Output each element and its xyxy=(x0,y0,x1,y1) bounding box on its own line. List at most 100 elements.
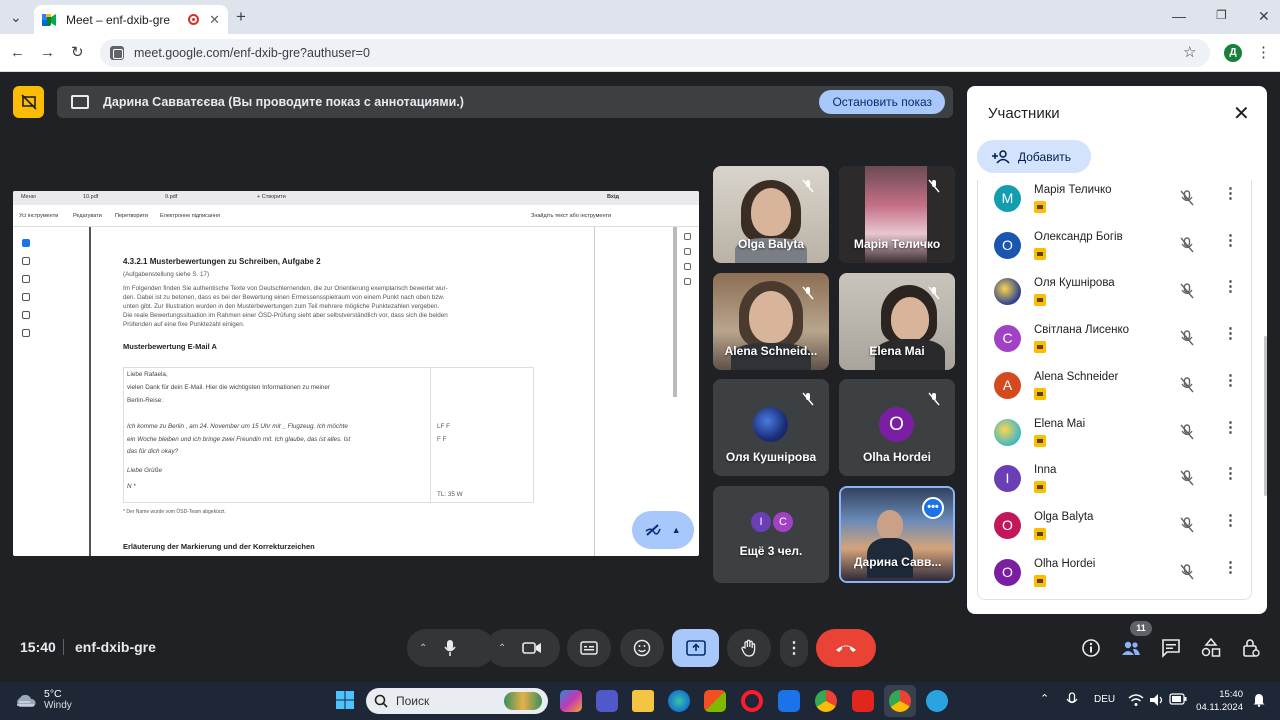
participant-more-icon[interactable]: ⋮ xyxy=(1223,373,1238,388)
participant-tile-elena-mai[interactable]: Elena Mai xyxy=(839,273,955,370)
participant-more-icon[interactable]: ⋮ xyxy=(1223,420,1238,435)
self-view-tile[interactable]: ••• Дарина Савв... xyxy=(839,486,955,583)
participant-row[interactable]: О Олександр Богів ⋮ xyxy=(978,229,1251,275)
address-bar[interactable]: meet.google.com/enf-dxib-gre?authuser=0 xyxy=(100,39,1210,67)
participant-more-icon[interactable]: ⋮ xyxy=(1223,186,1238,201)
participant-row[interactable]: O Olga Balyta ⋮ xyxy=(978,509,1251,555)
participant-more-icon[interactable]: ⋮ xyxy=(1223,279,1238,294)
participant-row[interactable]: M Марія Теличко ⋮ xyxy=(978,182,1251,228)
captions-button[interactable] xyxy=(567,629,611,667)
self-tile-more-icon[interactable]: ••• xyxy=(922,497,944,519)
close-window-icon[interactable]: ✕ xyxy=(1258,9,1270,23)
more-participants-tile[interactable]: I C Ещё 3 чел. xyxy=(713,486,829,583)
participant-row[interactable]: Elena Mai ⋮ xyxy=(978,416,1251,462)
pdf-intro-line: Die reale Bewertungssituation im Rahmen … xyxy=(123,312,448,319)
present-screen-button[interactable] xyxy=(672,629,719,667)
add-people-button[interactable]: Добавить xyxy=(977,140,1091,173)
meeting-time: 15:40 xyxy=(20,639,56,655)
participant-tile-olia-kushnirova[interactable]: Оля Кушнірова xyxy=(713,379,829,476)
participant-tile-alena-schneider[interactable]: Alena Schneid... xyxy=(713,273,829,370)
participant-more-icon[interactable]: ⋮ xyxy=(1223,466,1238,481)
participant-list-scrollbar[interactable] xyxy=(1264,336,1267,496)
teams-icon[interactable] xyxy=(596,690,618,712)
notification-bell-icon[interactable] xyxy=(1253,693,1265,707)
mail-icon[interactable] xyxy=(778,690,800,712)
battery-icon[interactable] xyxy=(1169,693,1187,705)
participant-more-icon[interactable]: ⋮ xyxy=(1223,326,1238,341)
participant-more-icon[interactable]: ⋮ xyxy=(1223,560,1238,575)
participant-name: Світлана Лисенко xyxy=(1034,324,1130,337)
mic-off-icon[interactable] xyxy=(1178,282,1196,300)
mic-off-icon[interactable] xyxy=(1178,516,1196,534)
site-info-icon[interactable] xyxy=(110,46,124,60)
camera-options-chevron-icon[interactable]: ⌃ xyxy=(498,643,506,654)
opera-icon[interactable] xyxy=(741,690,763,712)
mic-off-icon[interactable] xyxy=(1178,329,1196,347)
windows-start-icon[interactable] xyxy=(335,690,355,710)
meeting-info-icon[interactable] xyxy=(1081,638,1101,658)
participant-row[interactable]: A Alena Schneider ⋮ xyxy=(978,369,1251,415)
chat-icon[interactable] xyxy=(1161,638,1181,658)
participant-tile-mariia-telychko[interactable]: Марія Теличко xyxy=(839,166,955,263)
stop-presenting-button[interactable]: Остановить показ xyxy=(819,90,945,114)
restore-window-icon[interactable]: ❐ xyxy=(1216,9,1227,21)
mic-off-icon[interactable] xyxy=(1178,563,1196,581)
avatar: A xyxy=(994,371,1021,399)
participant-tile-olha-hordei[interactable]: O Olha Hordei xyxy=(839,379,955,476)
taskbar-clock[interactable]: 15:40 04.11.2024 xyxy=(1193,688,1243,714)
mic-off-icon[interactable] xyxy=(1178,236,1196,254)
chrome-icon[interactable] xyxy=(815,690,837,712)
reactions-button[interactable] xyxy=(620,629,664,667)
participant-row[interactable]: O Olha Hordei ⋮ xyxy=(978,556,1251,599)
people-icon[interactable] xyxy=(1121,638,1141,658)
forward-icon[interactable]: → xyxy=(40,45,55,60)
microsoft-store-icon[interactable] xyxy=(704,690,726,712)
taskbar-search[interactable]: Поиск xyxy=(366,688,548,714)
tab-search-icon[interactable]: ⌄ xyxy=(10,10,22,24)
mic-off-icon[interactable] xyxy=(1178,376,1196,394)
acrobat-icon[interactable] xyxy=(852,690,874,712)
minimize-window-icon[interactable]: — xyxy=(1172,9,1186,23)
bookmark-star-icon[interactable]: ☆ xyxy=(1183,45,1196,60)
activities-icon[interactable] xyxy=(1201,638,1221,658)
microphone-icon[interactable] xyxy=(443,639,457,657)
tray-microphone-icon[interactable] xyxy=(1066,692,1078,708)
keyboard-language[interactable]: DEU xyxy=(1094,694,1115,705)
participant-more-icon[interactable]: ⋮ xyxy=(1223,513,1238,528)
host-controls-icon[interactable] xyxy=(1241,638,1261,658)
chrome-active-icon[interactable] xyxy=(889,690,911,712)
mic-off-icon[interactable] xyxy=(1178,189,1196,207)
participant-row[interactable]: Оля Кушнірова ⋮ xyxy=(978,275,1251,321)
close-panel-icon[interactable]: ✕ xyxy=(1233,104,1250,124)
telegram-icon[interactable] xyxy=(926,690,948,712)
wifi-icon[interactable] xyxy=(1128,693,1144,707)
presenting-badge-icon xyxy=(1034,574,1046,587)
participant-row[interactable]: С Світлана Лисенко ⋮ xyxy=(978,322,1251,368)
hide-presentation-button[interactable] xyxy=(13,86,44,118)
tray-overflow-chevron-icon[interactable]: ⌃ xyxy=(1040,692,1049,705)
mic-off-icon[interactable] xyxy=(1178,423,1196,441)
raise-hand-button[interactable] xyxy=(727,629,771,667)
new-tab-button[interactable]: + xyxy=(236,8,246,25)
more-options-button[interactable]: ⋮ xyxy=(780,629,808,667)
tile-name: Olha Hordei xyxy=(862,450,931,464)
edge-icon[interactable] xyxy=(668,690,690,712)
back-icon[interactable]: ← xyxy=(10,45,25,60)
camera-icon[interactable] xyxy=(522,641,542,655)
file-explorer-icon[interactable] xyxy=(632,690,654,712)
annotation-toolbar-button[interactable]: ▲ xyxy=(632,511,694,549)
copilot-icon[interactable] xyxy=(560,690,582,712)
volume-icon[interactable] xyxy=(1149,693,1165,707)
participant-more-icon[interactable]: ⋮ xyxy=(1223,233,1238,248)
mic-off-icon[interactable] xyxy=(1178,469,1196,487)
leave-call-button[interactable] xyxy=(816,629,876,667)
mic-options-chevron-icon[interactable]: ⌃ xyxy=(419,643,427,654)
tab-close-icon[interactable]: ✕ xyxy=(209,12,220,28)
profile-avatar[interactable]: Д xyxy=(1224,44,1242,62)
participant-tile-olga-balyta[interactable]: Olga Balyta xyxy=(713,166,829,263)
weather-widget[interactable]: 5°C Windy xyxy=(14,688,72,712)
participant-row[interactable]: I Inna ⋮ xyxy=(978,462,1251,508)
browser-menu-icon[interactable]: ⋮ xyxy=(1256,45,1271,60)
reload-icon[interactable]: ↻ xyxy=(71,45,84,60)
browser-tab[interactable]: Meet – enf-dxib-gre ✕ xyxy=(34,5,228,34)
